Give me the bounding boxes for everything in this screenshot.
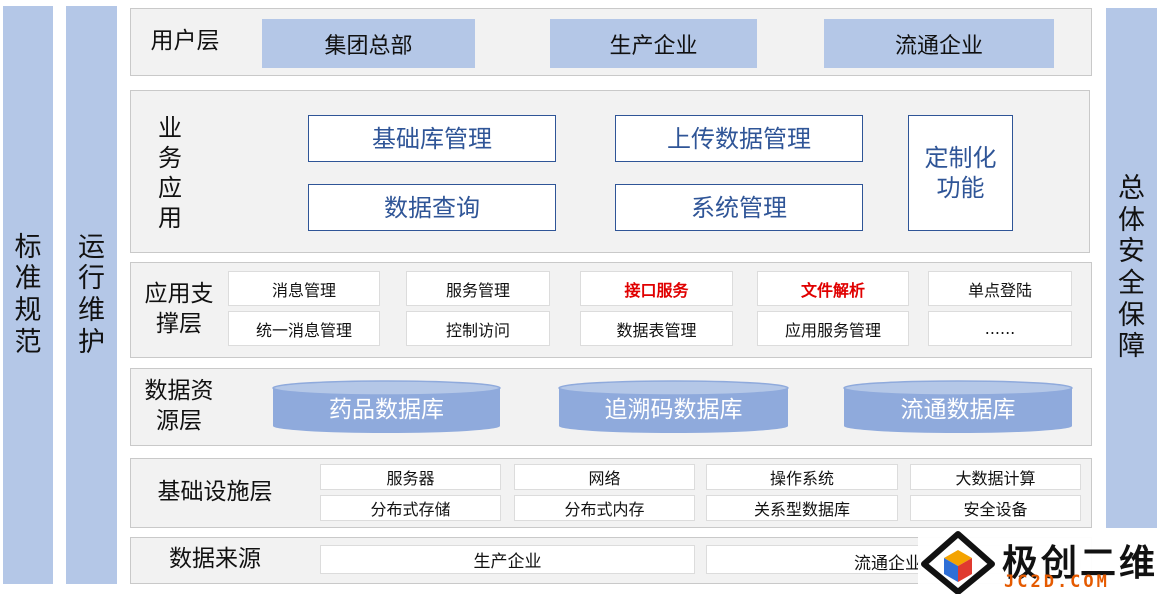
user-item-group-hq: 集团总部 — [262, 19, 475, 68]
biz-system-admin: 系统管理 — [615, 184, 863, 231]
db-distribution-label: 流通数据库 — [900, 397, 1016, 423]
source-producers: 生产企业 — [320, 545, 695, 574]
support-file-parsing: 文件解析 — [757, 271, 909, 306]
support-app-service-mgmt: 应用服务管理 — [757, 311, 909, 346]
support-table-mgmt: 数据表管理 — [580, 311, 733, 346]
infra-relational-db: 关系型数据库 — [706, 495, 898, 521]
db-distribution: 流通数据库 — [843, 380, 1073, 434]
user-item-producers: 生产企业 — [550, 19, 757, 68]
infra-server: 服务器 — [320, 464, 501, 490]
pillar-standards: 标准规范 — [3, 6, 53, 584]
infra-distributed-memory: 分布式内存 — [514, 495, 695, 521]
support-sso: 单点登陆 — [928, 271, 1072, 306]
biz-custom-functions: 定制化功能 — [908, 115, 1013, 231]
pillar-security: 总体安全保障 — [1106, 8, 1157, 528]
cube-logo-icon — [921, 531, 995, 594]
business-layer-label: 业务应用 — [158, 113, 182, 232]
biz-base-library: 基础库管理 — [308, 115, 556, 162]
biz-data-query: 数据查询 — [308, 184, 556, 231]
watermark-logo: 极创二维 JC2D.COM — [918, 530, 1165, 594]
db-trace-code-label: 追溯码数据库 — [604, 397, 743, 423]
support-more: ...... — [928, 311, 1072, 346]
user-layer-label: 用户层 — [150, 28, 220, 55]
db-drug-label: 药品数据库 — [329, 397, 444, 423]
watermark-domain: JC2D.COM — [1004, 572, 1110, 592]
support-interface-service: 接口服务 — [580, 271, 733, 306]
infra-network: 网络 — [514, 464, 695, 490]
db-drug: 药品数据库 — [272, 380, 501, 434]
support-unified-message: 统一消息管理 — [228, 311, 380, 346]
support-service-mgmt: 服务管理 — [406, 271, 550, 306]
biz-upload-data: 上传数据管理 — [615, 115, 863, 162]
infra-security-devices: 安全设备 — [910, 495, 1081, 521]
infra-os: 操作系统 — [706, 464, 898, 490]
support-access-control: 控制访问 — [406, 311, 550, 346]
user-item-distributors: 流通企业 — [824, 19, 1054, 68]
support-layer-label: 应用支撑层 — [144, 281, 214, 337]
pillar-operations: 运行维护 — [66, 6, 117, 584]
source-layer-label: 数据来源 — [169, 546, 261, 573]
infra-distributed-storage: 分布式存储 — [320, 495, 501, 521]
support-message-mgmt: 消息管理 — [228, 271, 380, 306]
db-trace-code: 追溯码数据库 — [558, 380, 789, 434]
data-layer-label: 数据资源层 — [144, 378, 214, 434]
infra-layer-label: 基础设施层 — [157, 479, 273, 506]
infra-big-data: 大数据计算 — [910, 464, 1081, 490]
